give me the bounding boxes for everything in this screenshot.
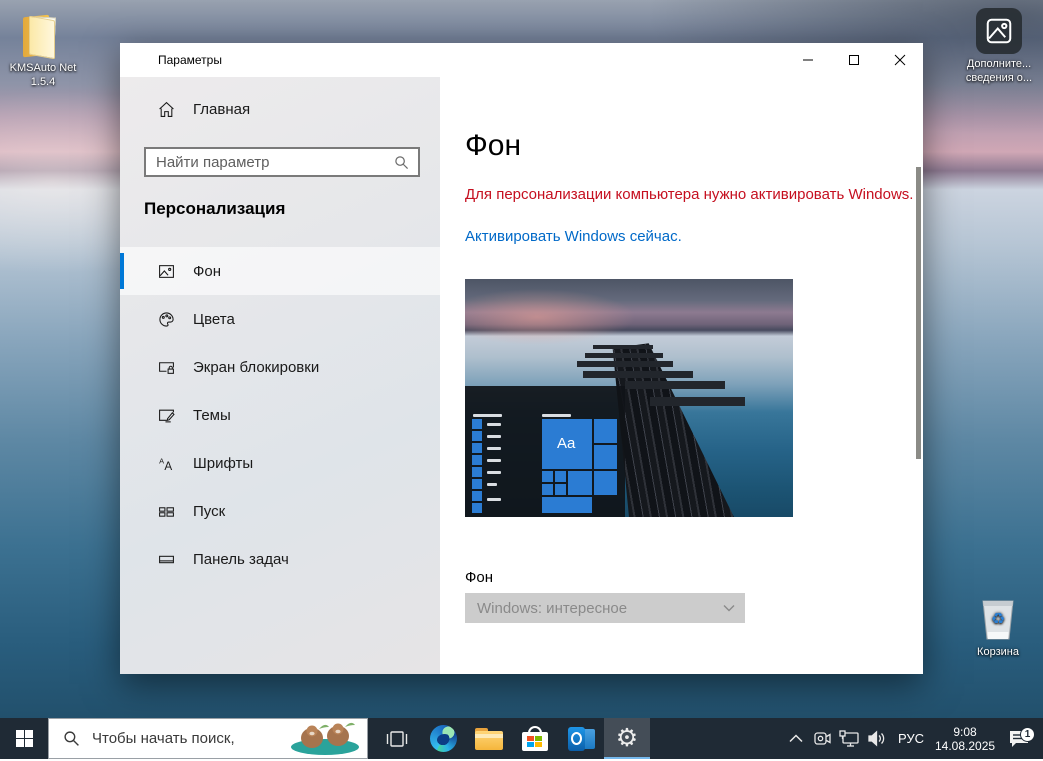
settings-main-pane: Фон Для персонализации компьютера нужно … — [440, 77, 923, 674]
taskbar-search-placeholder: Чтобы начать поиск, — [92, 730, 235, 747]
store-button[interactable] — [512, 718, 558, 759]
themes-icon — [158, 407, 175, 424]
desktop-icon-recycle-bin[interactable]: ♻ Корзина — [955, 595, 1041, 659]
settings-app-button[interactable]: ⚙ — [604, 718, 650, 759]
vertical-scrollbar[interactable] — [916, 167, 921, 459]
taskbar-icon — [158, 551, 175, 568]
photos-icon — [976, 8, 1022, 54]
system-tray: РУС 9:08 14.08.2025 1 — [783, 718, 1043, 759]
desktop-icon-info[interactable]: Дополните... сведения о... — [956, 8, 1042, 85]
svg-text:A: A — [164, 459, 172, 471]
sidebar-section-title: Персонализация — [144, 199, 285, 219]
background-preview-image: Aa — [465, 279, 793, 517]
outlook-button[interactable] — [558, 718, 604, 759]
outlook-icon — [568, 726, 595, 752]
chevron-down-icon — [723, 604, 735, 612]
clock[interactable]: 9:08 14.08.2025 — [933, 725, 997, 753]
sidebar-item-lock-screen[interactable]: Экран блокировки — [120, 343, 440, 391]
sidebar-item-colors[interactable]: Цвета — [120, 295, 440, 343]
sidebar-nav: Фон Цвета Экран блокировки — [120, 247, 440, 583]
sidebar-item-label: Темы — [193, 407, 231, 424]
tray-network-button[interactable] — [837, 718, 862, 759]
sidebar-item-label: Шрифты — [193, 455, 253, 472]
activate-windows-link[interactable]: Активировать Windows сейчас. — [465, 228, 682, 245]
background-dropdown-label: Фон — [465, 569, 493, 586]
sidebar-home-label: Главная — [193, 101, 250, 118]
background-dropdown-value: Windows: интересное — [477, 600, 627, 617]
maximize-button[interactable] — [831, 43, 877, 77]
maximize-icon — [848, 54, 860, 66]
start-layout-icon — [158, 503, 175, 520]
search-placeholder: Найти параметр — [146, 154, 394, 171]
store-icon — [522, 726, 548, 751]
network-ethernet-icon — [839, 730, 860, 747]
settings-search-input[interactable]: Найти параметр — [144, 147, 420, 177]
sidebar-item-label: Экран блокировки — [193, 359, 319, 376]
palette-icon — [158, 311, 175, 328]
background-dropdown[interactable]: Windows: интересное — [465, 593, 745, 623]
taskbar-search-input[interactable]: Чтобы начать поиск, — [48, 718, 368, 759]
tray-chevron-up-button[interactable] — [783, 718, 808, 759]
lock-screen-icon — [158, 359, 175, 376]
start-button[interactable] — [0, 718, 48, 759]
taskbar: Чтобы начать поиск, — [0, 718, 1043, 759]
notification-badge: 1 — [1020, 727, 1035, 742]
folder-open-icon — [17, 14, 69, 58]
desktop-icon-label: Дополните... — [956, 57, 1042, 71]
file-explorer-icon — [475, 728, 503, 750]
sidebar-item-taskbar[interactable]: Панель задач — [120, 535, 440, 583]
search-highlight-image[interactable] — [286, 721, 364, 761]
recycle-bin-icon: ♻ — [975, 595, 1021, 643]
sidebar-item-label: Пуск — [193, 503, 225, 520]
preview-start-menu-overlay: Aa — [465, 386, 625, 517]
search-icon — [63, 730, 80, 747]
minimize-button[interactable] — [785, 43, 831, 77]
sidebar-item-background[interactable]: Фон — [120, 247, 440, 295]
background-icon — [158, 263, 175, 280]
close-button[interactable] — [877, 43, 923, 77]
clock-date: 14.08.2025 — [935, 739, 995, 753]
edge-button[interactable] — [420, 718, 466, 759]
settings-sidebar: Главная Найти параметр Персонализация Фо… — [120, 77, 440, 674]
sidebar-item-fonts[interactable]: A A Шрифты — [120, 439, 440, 487]
page-title: Фон — [465, 129, 521, 163]
edge-icon — [430, 725, 457, 752]
meet-now-camera-icon — [813, 730, 832, 747]
tray-meet-now-button[interactable] — [810, 718, 835, 759]
activation-warning-text: Для персонализации компьютера нужно акти… — [465, 186, 913, 203]
language-indicator[interactable]: РУС — [891, 731, 931, 746]
action-center-button[interactable]: 1 — [999, 729, 1039, 749]
sidebar-item-start[interactable]: Пуск — [120, 487, 440, 535]
desktop-icon-label: сведения о... — [956, 71, 1042, 85]
desktop-icon-label: KMSAuto Net — [0, 61, 86, 75]
minimize-icon — [802, 54, 814, 66]
gear-icon: ⚙ — [616, 726, 638, 751]
desktop-icon-label: Корзина — [955, 645, 1041, 659]
svg-text:A: A — [159, 456, 164, 465]
desktop-icon-kmsauto[interactable]: KMSAuto Net 1.5.4 — [0, 14, 86, 89]
tray-volume-button[interactable] — [864, 718, 889, 759]
volume-icon — [867, 730, 886, 747]
chevron-up-icon — [789, 734, 803, 743]
clock-time: 9:08 — [935, 725, 995, 739]
fonts-icon: A A — [158, 455, 175, 472]
close-icon — [894, 54, 906, 66]
task-view-button[interactable] — [374, 718, 420, 759]
sidebar-item-label: Цвета — [193, 311, 235, 328]
search-icon — [394, 155, 418, 170]
preview-aa-text: Aa — [557, 435, 575, 452]
titlebar[interactable]: Параметры — [120, 43, 923, 77]
sidebar-item-themes[interactable]: Темы — [120, 391, 440, 439]
home-icon — [158, 101, 175, 118]
settings-window: Параметры Главная Найти параметр — [120, 43, 923, 674]
sidebar-item-label: Панель задач — [193, 551, 289, 568]
file-explorer-button[interactable] — [466, 718, 512, 759]
window-title: Параметры — [158, 53, 222, 67]
desktop-icon-label: 1.5.4 — [0, 75, 86, 89]
sidebar-item-home[interactable]: Главная — [158, 101, 250, 118]
svg-text:♻: ♻ — [991, 611, 1005, 628]
task-view-icon — [386, 729, 408, 749]
sidebar-item-label: Фон — [193, 263, 221, 280]
windows-logo-icon — [16, 730, 33, 747]
